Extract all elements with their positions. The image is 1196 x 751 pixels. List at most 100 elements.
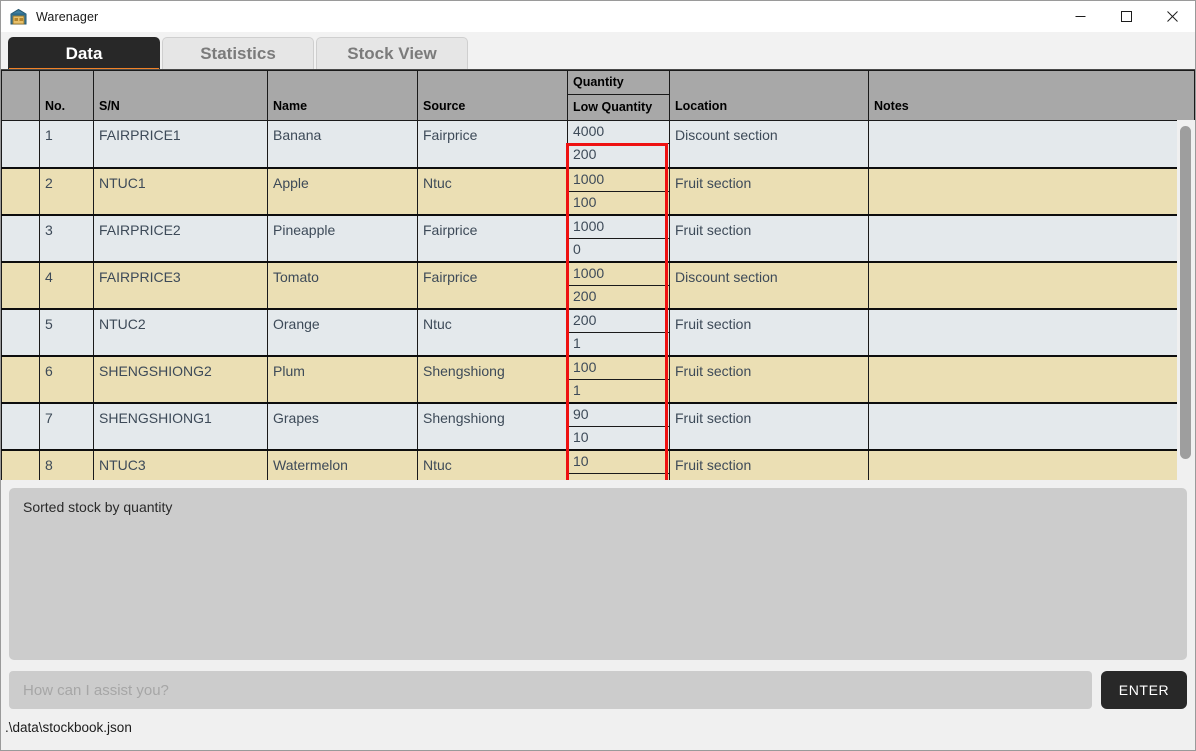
cell-location: Fruit section [669,308,869,357]
cell-low-quantity-value: 200 [573,287,597,304]
column-header-sn[interactable]: S/N [93,70,268,121]
cell-selector[interactable] [1,261,40,310]
column-header-source[interactable]: Source [417,70,568,121]
minimize-button[interactable] [1057,1,1103,32]
cell-notes [868,214,1180,263]
column-header-no[interactable]: No. [39,70,94,121]
table-row[interactable]: 2 NTUC1 Apple Ntuc 1000 100 Fruit sectio… [1,167,1180,216]
cell-selector[interactable] [1,308,40,357]
table-row[interactable]: 3 FAIRPRICE2 Pineapple Fairprice 1000 0 … [1,214,1180,263]
cell-name: Pineapple [267,214,418,263]
cell-name: Apple [267,167,418,216]
cell-quantity-value: 200 [568,310,669,333]
cell-source: Shengshiong [417,355,568,404]
cell-no: 8 [39,449,94,480]
cell-sn: SHENGSHIONG2 [93,355,268,404]
cell-quantity: 100 1 [567,355,670,404]
table-row[interactable]: 5 NTUC2 Orange Ntuc 200 1 Fruit section [1,308,1180,357]
table-row[interactable]: 4 FAIRPRICE3 Tomato Fairprice 1000 200 D… [1,261,1180,310]
scrollbar-thumb[interactable] [1180,126,1191,459]
cell-no: 2 [39,167,94,216]
cell-quantity-value: 1000 [568,169,669,192]
cell-quantity: 1000 200 [567,261,670,310]
cell-selector[interactable] [1,449,40,480]
title-bar-left: Warenager [1,8,98,25]
stock-table: No. S/N Name Source Quantity Low Quantit… [1,70,1180,480]
maximize-button[interactable] [1103,1,1149,32]
cell-quantity: 1000 0 [567,214,670,263]
cell-notes [868,120,1180,169]
cell-sn: NTUC2 [93,308,268,357]
cell-quantity-value: 1000 [568,216,669,239]
application-window: Warenager Data Statistics Stock View No.… [0,0,1196,751]
window-title: Warenager [36,9,99,24]
tab-stock-view-label: Stock View [347,43,437,63]
cell-selector[interactable] [1,120,40,169]
cell-notes [868,167,1180,216]
command-bar: ENTER [1,660,1195,718]
cell-name: Grapes [267,402,418,451]
title-bar: Warenager [1,1,1195,32]
cell-quantity: 200 1 [567,308,670,357]
cell-low-quantity-value: 1 [573,381,581,398]
cell-no: 7 [39,402,94,451]
cell-quantity: 90 10 [567,402,670,451]
warehouse-icon [10,8,27,25]
cell-quantity-value: 90 [568,404,669,427]
result-log-text: Sorted stock by quantity [23,499,173,515]
cell-source: Fairprice [417,261,568,310]
cell-name: Watermelon [267,449,418,480]
cell-location: Fruit section [669,402,869,451]
cell-source: Fairprice [417,214,568,263]
cell-sn: NTUC1 [93,167,268,216]
cell-notes [868,261,1180,310]
table-row[interactable]: 7 SHENGSHIONG1 Grapes Shengshiong 90 10 … [1,402,1180,451]
enter-button[interactable]: ENTER [1101,671,1187,709]
cell-selector[interactable] [1,167,40,216]
cell-quantity: 4000 200 [567,120,670,169]
cell-location: Fruit section [669,167,869,216]
tab-bar: Data Statistics Stock View [1,32,1195,71]
column-header-quantity[interactable]: Quantity Low Quantity [567,70,670,121]
tab-stock-view[interactable]: Stock View [316,37,468,69]
cell-no: 1 [39,120,94,169]
cell-no: 4 [39,261,94,310]
cell-source: Ntuc [417,308,568,357]
column-header-name[interactable]: Name [267,70,418,121]
stock-table-body: 1 FAIRPRICE1 Banana Fairprice 4000 200 D… [1,120,1180,481]
cell-low-quantity-value: 200 [573,146,597,162]
cell-notes [868,402,1180,451]
column-header-location[interactable]: Location [669,70,869,121]
cell-quantity: 10 [567,449,670,481]
tab-data-label: Data [65,43,103,63]
header-row: No. S/N Name Source Quantity Low Quantit… [1,70,1180,121]
tab-statistics-label: Statistics [200,43,276,63]
cell-source: Shengshiong [417,402,568,451]
table-vertical-scrollbar[interactable] [1177,120,1195,480]
cell-low-quantity-value: 0 [573,240,581,257]
command-input[interactable] [9,671,1092,709]
close-button[interactable] [1149,1,1195,32]
status-bar: .\data\stockbook.json [1,718,1195,750]
cell-low-quantity-value: 100 [573,193,597,210]
cell-source: Fairprice [417,120,568,169]
column-header-notes[interactable]: Notes [868,70,1180,121]
cell-no: 3 [39,214,94,263]
cell-low-quantity-value: 1 [573,334,581,351]
tab-data[interactable]: Data [8,37,160,71]
cell-selector[interactable] [1,402,40,451]
table-row[interactable]: 1 FAIRPRICE1 Banana Fairprice 4000 200 D… [1,120,1180,169]
cell-name: Banana [267,120,418,169]
table-row[interactable]: 6 SHENGSHIONG2 Plum Shengshiong 100 1 Fr… [1,355,1180,404]
column-header-selector[interactable] [1,70,40,121]
cell-selector[interactable] [1,214,40,263]
cell-name: Plum [267,355,418,404]
table-row[interactable]: 8 NTUC3 Watermelon Ntuc 10 Fruit section [1,449,1180,481]
cell-notes [868,449,1180,480]
cell-low-quantity-value [569,474,669,481]
cell-selector[interactable] [1,355,40,404]
tab-statistics[interactable]: Statistics [162,37,314,69]
cell-location: Discount section [669,120,869,169]
column-header-quantity-label: Quantity [568,71,669,95]
cell-location: Fruit section [669,214,869,263]
